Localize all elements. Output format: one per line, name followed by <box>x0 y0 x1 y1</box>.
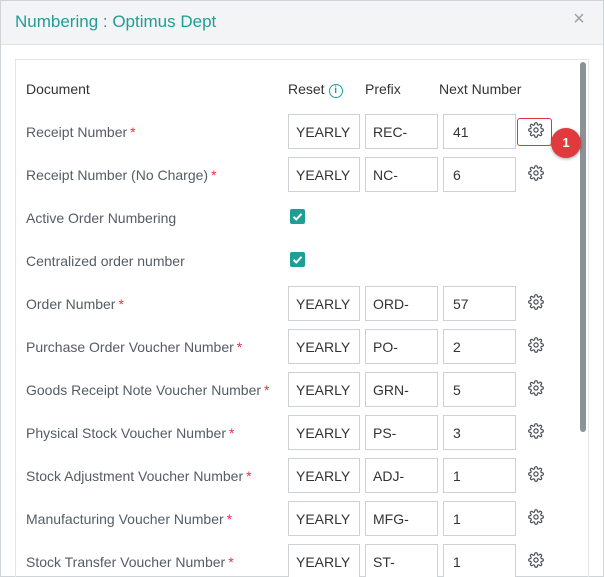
numbering-row: Receipt Number * YEARLY REC- 41 <box>1 114 591 150</box>
reset-select[interactable]: YEARLY <box>288 372 360 407</box>
prefix-input[interactable]: ORD- <box>365 286 438 321</box>
row-label: Goods Receipt Note Voucher Number * <box>26 382 269 398</box>
gear-icon[interactable] <box>528 337 544 353</box>
row-label: Manufacturing Voucher Number * <box>26 511 232 527</box>
numbering-row: Goods Receipt Note Voucher Number * YEARLY… <box>1 372 591 408</box>
column-header-prefix: Prefix <box>365 81 401 97</box>
numbering-dialog: Numbering : Optimus Dept × Document Rese… <box>0 0 604 577</box>
numbering-row: Order Number * YEARLY ORD- 57 <box>1 286 591 322</box>
row-label: Stock Adjustment Voucher Number * <box>26 468 252 484</box>
next-number-input[interactable]: 1 <box>443 544 516 577</box>
gear-icon[interactable] <box>528 165 544 181</box>
dialog-header: Numbering : Optimus Dept × <box>1 1 603 45</box>
reset-select[interactable]: YEARLY <box>288 286 360 321</box>
next-number-input[interactable]: 5 <box>443 372 516 407</box>
prefix-input[interactable]: NC- <box>365 157 438 192</box>
prefix-input[interactable]: REC- <box>365 114 438 149</box>
row-label-text: Manufacturing Voucher Number <box>26 511 224 527</box>
gear-icon[interactable] <box>528 466 544 482</box>
row-label-text: Centralized order number <box>26 253 185 269</box>
row-label-text: Stock Transfer Voucher Number <box>26 554 226 570</box>
row-label-text: Goods Receipt Note Voucher Number <box>26 382 262 398</box>
next-number-input[interactable]: 3 <box>443 415 516 450</box>
row-label: Centralized order number <box>26 253 185 269</box>
required-asterisk: * <box>246 468 252 484</box>
prefix-input[interactable]: PO- <box>365 329 438 364</box>
checkmark-icon <box>290 254 305 271</box>
gear-icon[interactable] <box>528 380 544 396</box>
required-asterisk: * <box>226 511 233 527</box>
reset-select[interactable]: YEARLY <box>288 157 360 192</box>
column-header-document: Document <box>26 81 90 97</box>
row-label: Active Order Numbering <box>26 210 176 226</box>
reset-select[interactable]: YEARLY <box>288 329 360 364</box>
row-label: Receipt Number (No Charge) * <box>26 167 217 183</box>
gear-highlight-box <box>517 118 552 146</box>
required-asterisk: * <box>118 296 124 312</box>
annotation-badge: 1 <box>551 128 581 158</box>
next-number-input[interactable]: 1 <box>443 458 516 493</box>
row-label-text: Order Number <box>26 296 116 312</box>
row-label-text: Physical Stock Voucher Number <box>26 425 226 441</box>
row-label: Physical Stock Voucher Number * <box>26 425 234 441</box>
numbering-row: Purchase Order Voucher Number * YEARLY PO- 2 <box>1 329 591 365</box>
gear-icon[interactable] <box>528 423 544 439</box>
numbering-row: Receipt Number (No Charge) * YEARLY NC- 6 <box>1 157 591 193</box>
prefix-input[interactable]: GRN- <box>365 372 438 407</box>
enabled-checkbox[interactable] <box>290 252 305 267</box>
required-asterisk: * <box>236 339 243 355</box>
reset-select[interactable]: YEARLY <box>288 544 360 577</box>
gear-icon[interactable] <box>528 509 544 525</box>
required-asterisk: * <box>211 167 217 183</box>
reset-select[interactable]: YEARLY <box>288 458 360 493</box>
row-label-text: Receipt Number <box>26 124 128 140</box>
row-label: Stock Transfer Voucher Number * <box>26 554 234 570</box>
column-header-next-number: Next Number <box>439 81 522 97</box>
row-label-text: Active Order Numbering <box>26 210 177 226</box>
row-label-text: Purchase Order Voucher Number <box>26 339 234 355</box>
prefix-input[interactable]: MFG- <box>365 501 438 536</box>
required-asterisk: * <box>130 124 136 140</box>
close-icon[interactable]: × <box>571 9 587 29</box>
next-number-input[interactable]: 41 <box>443 114 516 149</box>
prefix-input[interactable]: ST- <box>365 544 438 577</box>
info-icon[interactable]: i <box>328 84 343 98</box>
prefix-input[interactable]: PS- <box>365 415 438 450</box>
row-label: Order Number * <box>26 296 124 312</box>
enabled-checkbox[interactable] <box>290 209 305 224</box>
gear-icon[interactable] <box>528 552 544 568</box>
gear-icon[interactable] <box>528 294 544 310</box>
reset-select[interactable]: YEARLY <box>288 501 360 536</box>
numbering-row: Stock Adjustment Voucher Number * YEARLY AD… <box>1 458 591 494</box>
reset-select[interactable]: YEARLY <box>288 415 360 450</box>
numbering-row: Manufacturing Voucher Number * YEARLY MFG- 1 <box>1 501 591 537</box>
row-label-text: Receipt Number (No Charge) <box>26 167 209 183</box>
numbering-row: Centralized order number <box>1 243 591 279</box>
row-label: Receipt Number * <box>26 124 136 140</box>
column-header-reset-label: Reset <box>288 81 325 97</box>
checkmark-icon <box>290 211 305 228</box>
next-number-input[interactable]: 57 <box>443 286 516 321</box>
required-asterisk: * <box>228 554 234 570</box>
numbering-row: Active Order Numbering <box>1 200 591 236</box>
next-number-input[interactable]: 1 <box>443 501 516 536</box>
prefix-input[interactable]: ADJ- <box>365 458 438 493</box>
reset-select[interactable]: YEARLY <box>288 114 360 149</box>
required-asterisk: * <box>264 382 270 398</box>
vertical-scrollbar[interactable] <box>580 62 586 432</box>
numbering-row: Stock Transfer Voucher Number * YEARLY ST- 1 <box>1 544 591 577</box>
row-label-text: Stock Adjustment Voucher Number <box>26 468 244 484</box>
column-header-reset: Reset i <box>288 81 343 98</box>
next-number-input[interactable]: 6 <box>443 157 516 192</box>
row-label: Purchase Order Voucher Number * <box>26 339 242 355</box>
required-asterisk: * <box>228 425 235 441</box>
dialog-title: Numbering : Optimus Dept <box>15 12 217 31</box>
next-number-input[interactable]: 2 <box>443 329 516 364</box>
numbering-row: Physical Stock Voucher Number * YEARLY PS- 3 <box>1 415 591 451</box>
